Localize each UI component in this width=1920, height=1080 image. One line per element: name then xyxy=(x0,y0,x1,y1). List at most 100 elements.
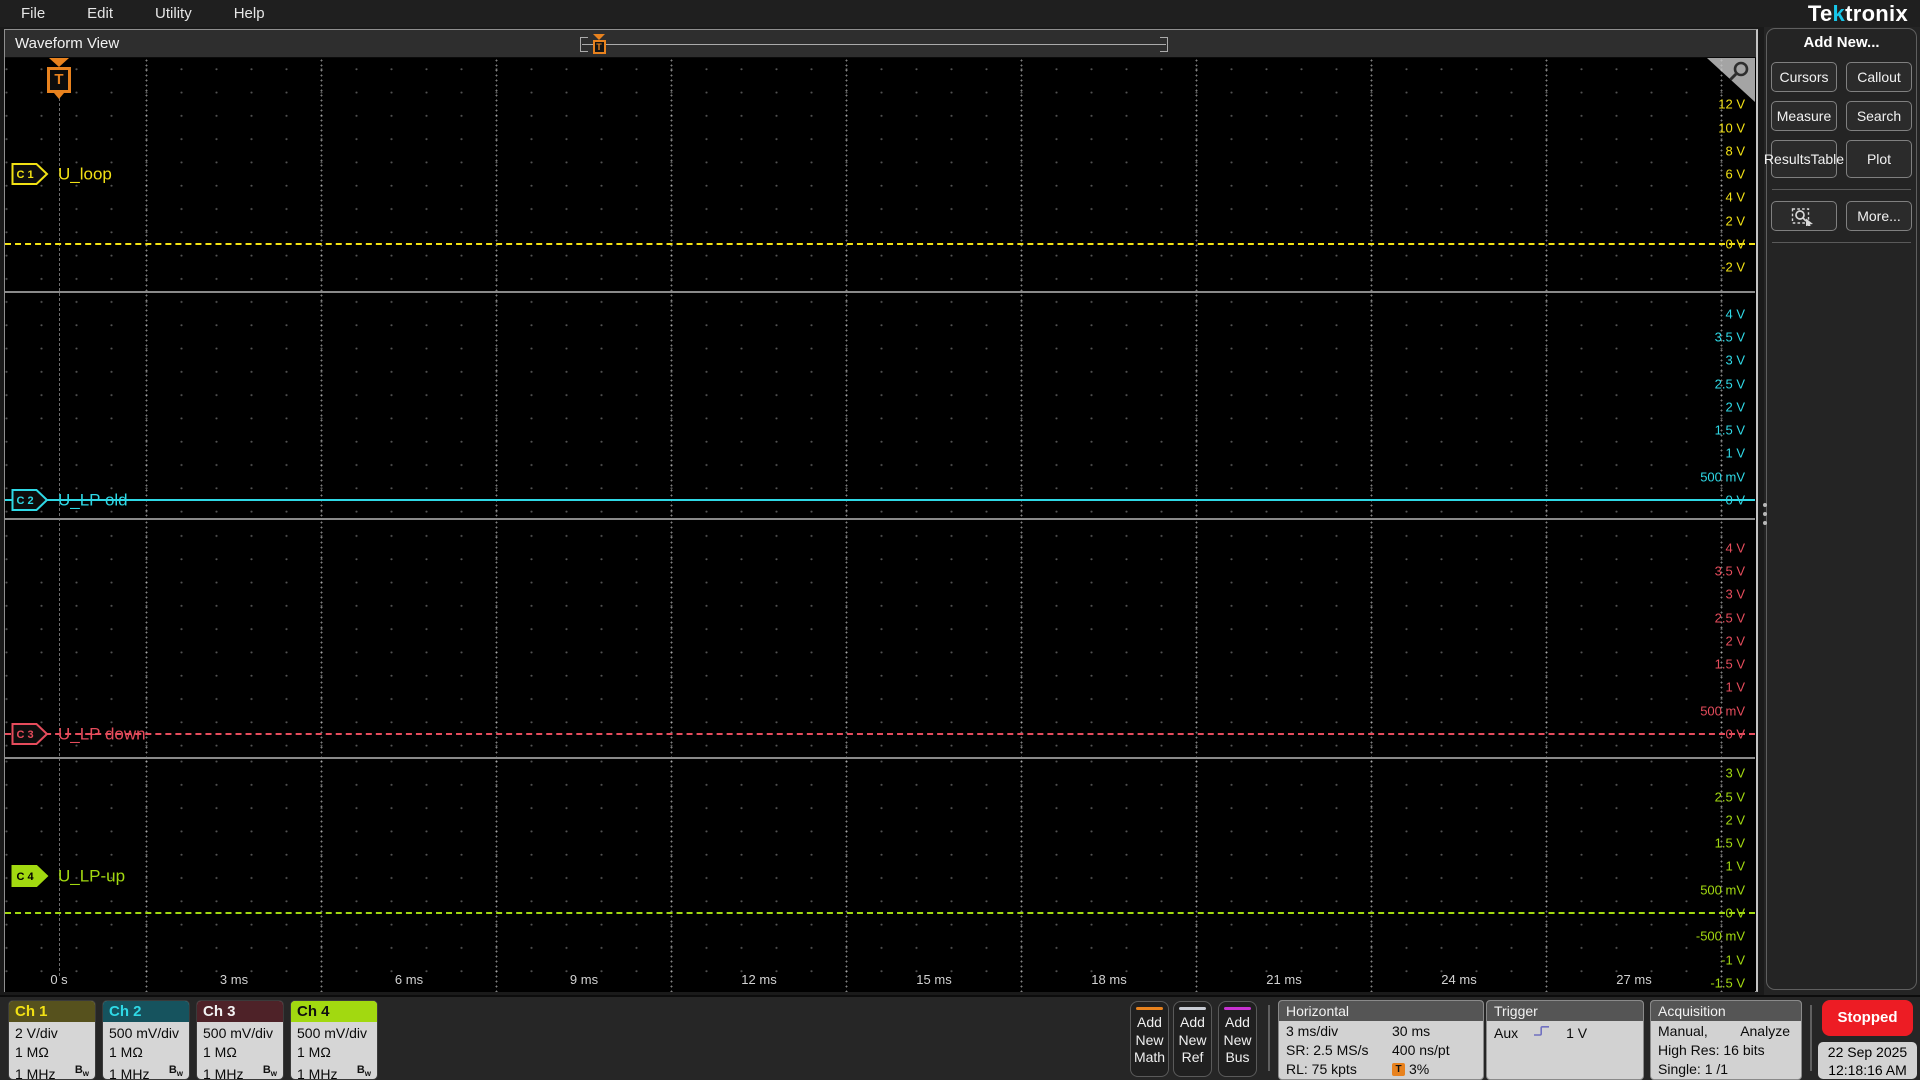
waveform-plot-area[interactable]: T 12 V 10 V 8 V 6 V 4 V 2 V 0 V -2 V C 1 U_loop 4 … xyxy=(5,58,1755,992)
channel-settings-badge-1[interactable]: Ch 1 2 V/div 1 MΩ 1 MHz Bw xyxy=(8,1000,96,1080)
horizontal-settings-panel[interactable]: Horizontal 3 ms/div 30 ms SR: 2.5 MS/s 400 … xyxy=(1278,1000,1484,1080)
add-new-cursors-button[interactable]: Cursors xyxy=(1771,62,1837,92)
acquisition-settings-panel[interactable]: Acquisition Manual, Analyze High Res: 16 b… xyxy=(1650,1000,1802,1080)
y-axis-tick: 3 V xyxy=(1725,352,1745,368)
horizontal-cell: SR: 2.5 MS/s xyxy=(1286,1042,1369,1058)
channel-slice-1: 12 V 10 V 8 V 6 V 4 V 2 V 0 V -2 V C 1 U_loop xyxy=(5,58,1755,291)
acquisition-row: High Res: 16 bits xyxy=(1658,1041,1796,1060)
channel-label-C3: U_LP down xyxy=(58,724,146,743)
channel-tag-icon: C 4 xyxy=(11,865,49,887)
button-line: Add xyxy=(1180,1014,1205,1030)
channel-bandwidth-row: 1 MHz Bw xyxy=(15,1061,90,1080)
channel-badge-header: Ch 1 xyxy=(9,1001,95,1022)
trigger-time-line xyxy=(59,58,60,976)
acquisition-row: Manual, Analyze xyxy=(1658,1022,1796,1041)
button-line: Math xyxy=(1133,1049,1166,1065)
channel-bandwidth: 1 MHz xyxy=(15,1066,56,1080)
acquisition-panel-title: Acquisition xyxy=(1651,1001,1801,1021)
y-axis-tick: 2 V xyxy=(1725,399,1745,415)
channel-settings-badge-4[interactable]: Ch 4 500 mV/div 1 MΩ 1 MHz Bw xyxy=(290,1000,378,1080)
horizontal-value: 400 ns/pt xyxy=(1392,1042,1450,1058)
waveform-view-titlebar: Waveform View T xyxy=(5,30,1756,58)
time-axis-tick: 18 ms xyxy=(1091,972,1127,987)
add-new-ref-button[interactable]: Add New Ref xyxy=(1173,1001,1212,1077)
y-axis-tick: 2 V xyxy=(1725,633,1745,649)
y-axis-tick: 2.5 V xyxy=(1714,610,1745,625)
channel-scale: 500 mV/div xyxy=(297,1025,368,1041)
y-axis-tick: 500 mV xyxy=(1700,703,1745,719)
y-axis-tick: 1.5 V xyxy=(1714,656,1745,672)
channel-badge-C4[interactable]: C 4 U_LP-up xyxy=(11,865,125,888)
bandwidth-limit-icon: Bw xyxy=(356,1064,371,1079)
button-line: Add xyxy=(1137,1014,1162,1030)
slice-divider[interactable] xyxy=(5,291,1755,293)
channel-tag-icon: C 2 xyxy=(11,489,49,511)
time-axis-tick: 21 ms xyxy=(1266,972,1302,987)
channel-badge-body: 500 mV/div 1 MΩ 1 MHz Bw xyxy=(291,1022,377,1079)
channel-slice-3: 4 V 3.5 V 3 V 2.5 V 2 V 1.5 V 1 V 500 mV 0 V C 3 U… xyxy=(5,520,1755,757)
channel-scale: 500 mV/div xyxy=(203,1025,274,1041)
add-new-bus-button[interactable]: Add New Bus xyxy=(1218,1001,1257,1077)
record-view-bar[interactable]: T xyxy=(580,34,1168,54)
rising-edge-icon xyxy=(1532,1023,1552,1044)
svg-text:C 3: C 3 xyxy=(16,729,33,741)
y-axis-tick: 3.5 V xyxy=(1714,563,1745,579)
add-new-search-button[interactable]: Search xyxy=(1846,101,1912,131)
y-axis-tick: 0 V xyxy=(1725,492,1745,508)
horizontal-cell: 400 ns/pt xyxy=(1392,1041,1478,1060)
y-axis-tick: 3.5 V xyxy=(1714,329,1745,345)
slice-divider[interactable] xyxy=(5,518,1755,520)
time-label: 12:18:16 AM xyxy=(1828,1062,1907,1078)
y-axis-tick: 1 V xyxy=(1725,858,1745,874)
channel-settings-badge-2[interactable]: Ch 2 500 mV/div 1 MΩ 1 MHz Bw xyxy=(102,1000,190,1080)
add-new-more-button[interactable]: More... xyxy=(1846,201,1912,231)
record-trigger-position-icon[interactable]: T xyxy=(592,34,606,54)
channel-impedance: 1 MΩ xyxy=(297,1043,331,1060)
channel-settings-badge-3[interactable]: Ch 3 500 mV/div 1 MΩ 1 MHz Bw xyxy=(196,1000,284,1080)
menu-item-file[interactable]: File xyxy=(0,5,66,22)
channel-badge-C3[interactable]: C 3 U_LP down xyxy=(11,723,146,746)
channel-badge-C2[interactable]: C 2 U_LP old xyxy=(11,489,128,512)
button-line: New xyxy=(1223,1031,1252,1048)
channel-badge-header: Ch 4 xyxy=(291,1001,377,1022)
add-new-plot-button[interactable]: Plot xyxy=(1846,140,1912,178)
datetime-display[interactable]: 22 Sep 2025 12:18:16 AM xyxy=(1818,1042,1917,1079)
add-new-results-table-button[interactable]: Results Table xyxy=(1764,140,1844,178)
panel-divider xyxy=(1772,242,1911,243)
channel-badge-body: 2 V/div 1 MΩ 1 MHz Bw xyxy=(9,1022,95,1080)
add-new-math-button[interactable]: Add New Math xyxy=(1130,1001,1169,1077)
channel-bandwidth: 1 MHz xyxy=(109,1066,150,1080)
channel-tag-icon: C 1 xyxy=(11,163,49,185)
menu-item-edit[interactable]: Edit xyxy=(66,5,134,22)
trigger-settings-panel[interactable]: Trigger Aux 1 V xyxy=(1486,1000,1644,1080)
trigger-panel-title: Trigger xyxy=(1487,1001,1643,1021)
waveform-trace-C2 xyxy=(5,499,1755,501)
channel-impedance: 1 MΩ xyxy=(203,1043,237,1060)
time-axis-tick: 12 ms xyxy=(741,972,777,987)
channel-badge-header: Ch 2 xyxy=(103,1001,189,1022)
y-axis-tick: 1 V xyxy=(1725,679,1745,695)
channel-scale: 2 V/div xyxy=(15,1025,58,1041)
menu-item-utility[interactable]: Utility xyxy=(134,5,213,22)
channel-label-C4: U_LP-up xyxy=(58,866,126,885)
y-axis-tick: 2 V xyxy=(1725,812,1745,828)
menu-item-help[interactable]: Help xyxy=(213,5,286,22)
add-new-callout-button[interactable]: Callout xyxy=(1846,62,1912,92)
trigger-t-icon: T xyxy=(1392,1063,1405,1076)
run-stop-status-button[interactable]: Stopped xyxy=(1822,1000,1913,1036)
y-axis-tick: 10 V xyxy=(1718,120,1745,135)
y-axis-tick: 1.5 V xyxy=(1714,835,1745,851)
slice-divider[interactable] xyxy=(5,757,1755,759)
time-axis-tick: 9 ms xyxy=(569,972,599,987)
trigger-marker-icon[interactable]: T xyxy=(45,58,73,99)
right-panel: Add New... Cursors Callout Measure Search Re… xyxy=(1764,27,1920,995)
y-axis-tick: 2.5 V xyxy=(1714,789,1745,804)
button-line: Add xyxy=(1225,1014,1250,1030)
waveform-view-window: Waveform View T T 12 V 10 V 8 V 6 V 4 V 2 V 0 … xyxy=(4,29,1758,992)
add-new-measure-button[interactable]: Measure xyxy=(1771,101,1837,131)
panel-drag-handle[interactable] xyxy=(1762,498,1768,530)
channel-badge-C1[interactable]: C 1 U_loop xyxy=(11,163,112,186)
horizontal-row: RL: 75 kpts T 3% xyxy=(1286,1060,1478,1079)
svg-text:C 2: C 2 xyxy=(16,495,33,507)
add-new-zoom-select-button[interactable] xyxy=(1771,201,1837,231)
